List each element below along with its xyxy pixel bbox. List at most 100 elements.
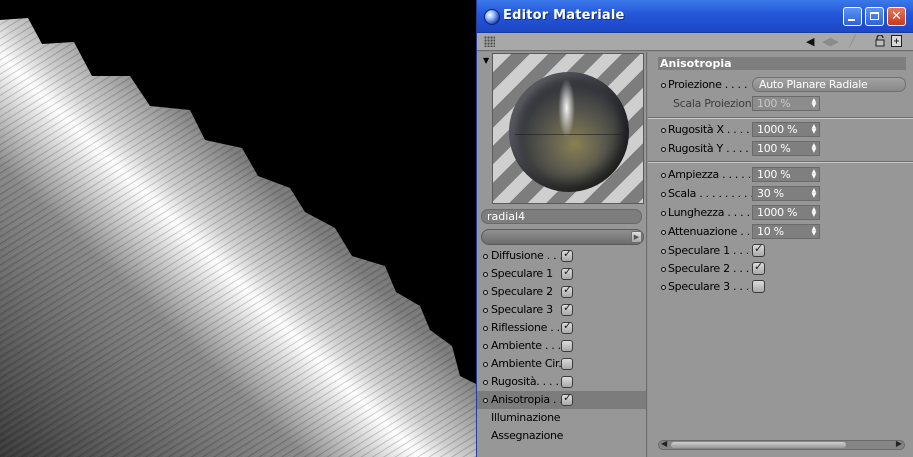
lunghezza-field[interactable]: 1000 % ▲ ▼ xyxy=(752,205,820,220)
channel-checkbox[interactable] xyxy=(561,358,573,370)
field-value: 100 % xyxy=(757,142,791,155)
spin-arrows-icon[interactable]: ▲ ▼ xyxy=(812,169,817,180)
proiezione-dropdown[interactable]: Auto Planare Radiale xyxy=(752,77,906,92)
field-value: 1000 % xyxy=(757,123,798,136)
channel-list: Diffusione . . . Speculare 1 Speculare 2… xyxy=(477,247,646,445)
spin-arrows-icon[interactable]: ▲ ▼ xyxy=(812,226,817,237)
scroll-left-icon[interactable]: ◀ xyxy=(661,439,667,448)
back-arrow-icon[interactable]: ◀ xyxy=(806,35,814,48)
lunghezza-label: Lunghezza . . . . xyxy=(668,206,750,219)
close-button[interactable]: ✕ xyxy=(887,7,906,26)
preview-sphere xyxy=(509,72,629,192)
lock-icon[interactable] xyxy=(875,34,885,47)
render-viewport xyxy=(0,0,478,457)
field-value: 100 % xyxy=(757,97,791,110)
channel-label: Speculare 2 xyxy=(491,285,553,298)
speculare-3-checkbox[interactable] xyxy=(752,280,765,293)
spin-arrows-icon[interactable]: ▲ ▼ xyxy=(812,98,817,109)
channel-rugosita[interactable]: Rugosità. . . . xyxy=(477,373,646,391)
minimize-icon xyxy=(848,19,855,21)
ampiezza-field[interactable]: 100 % ▲ ▼ xyxy=(752,167,820,182)
speculare-2-label: Speculare 2 . . . . xyxy=(668,262,756,275)
spin-arrows-icon[interactable]: ▲ ▼ xyxy=(812,207,817,218)
channel-label: Diffusione . . . xyxy=(491,249,563,262)
channel-illuminazione[interactable]: Illuminazione xyxy=(477,409,646,427)
window-title: Editor Materiale xyxy=(503,8,625,23)
bullet-icon xyxy=(483,272,488,277)
bullet-icon xyxy=(483,380,488,385)
scala-label: Scala . . . . . . . . . xyxy=(668,187,754,200)
bullet-icon xyxy=(483,308,488,313)
field-value: 30 % xyxy=(757,187,784,200)
scala-proiezione-field[interactable]: 100 % ▲ ▼ xyxy=(752,96,820,111)
channel-checkbox[interactable] xyxy=(561,319,573,334)
material-name-field[interactable]: radial4 xyxy=(481,209,642,224)
bullet-icon xyxy=(661,192,666,197)
minimize-button[interactable] xyxy=(843,7,862,26)
horizontal-scrollbar[interactable]: ◀ ▶ xyxy=(658,439,905,450)
channel-speculare-3[interactable]: Speculare 3 xyxy=(477,301,646,319)
material-editor-window: Editor Materiale ✕ ◀ ◀▶ ╱ ▼ radial4 ▶ Di… xyxy=(476,0,913,457)
channel-speculare-2[interactable]: Speculare 2 xyxy=(477,283,646,301)
channel-diffusione[interactable]: Diffusione . . . xyxy=(477,247,646,265)
divider xyxy=(648,117,913,119)
material-preview[interactable] xyxy=(492,53,644,204)
preview-slider[interactable]: ▶ xyxy=(481,229,644,245)
rugosita-x-field[interactable]: 1000 % ▲ ▼ xyxy=(752,122,820,137)
spin-arrows-icon[interactable]: ▲ ▼ xyxy=(812,188,817,199)
divider xyxy=(648,161,913,163)
field-value: 1000 % xyxy=(757,206,798,219)
channel-riflessione[interactable]: Riflessione . . xyxy=(477,319,646,337)
attenuazione-field[interactable]: 10 % ▲ ▼ xyxy=(752,224,820,239)
channel-checkbox[interactable] xyxy=(561,340,573,352)
channel-ambiente-cir[interactable]: Ambiente Cir. xyxy=(477,355,646,373)
new-window-icon[interactable] xyxy=(891,35,902,47)
channel-label: Rugosità. . . . xyxy=(491,375,559,388)
channel-checkbox[interactable] xyxy=(561,247,573,262)
speculare-2-checkbox[interactable] xyxy=(752,260,765,275)
channel-label: Illuminazione xyxy=(491,411,561,424)
scroll-right-icon[interactable]: ▶ xyxy=(896,439,902,448)
maximize-icon xyxy=(870,12,879,20)
brushed-metal-saw-render xyxy=(0,18,476,457)
bullet-icon xyxy=(483,254,488,259)
forward-arrow-icon[interactable]: ◀▶ xyxy=(822,35,839,48)
channel-assegnazione[interactable]: Assegnazione xyxy=(477,427,646,445)
channel-checkbox[interactable] xyxy=(561,283,573,298)
bullet-icon xyxy=(483,326,488,331)
channel-label: Riflessione . . xyxy=(491,321,560,334)
channel-checkbox[interactable] xyxy=(561,376,573,388)
channel-speculare-1[interactable]: Speculare 1 xyxy=(477,265,646,283)
channel-checkbox[interactable] xyxy=(561,265,573,280)
scrollbar-thumb[interactable] xyxy=(671,442,846,448)
title-bar[interactable]: Editor Materiale ✕ xyxy=(477,0,913,33)
channel-label: Ambiente Cir. xyxy=(491,357,562,370)
bullet-icon xyxy=(483,344,488,349)
channel-label: Speculare 1 xyxy=(491,267,553,280)
speculare-3-label: Speculare 3 . . . . xyxy=(668,280,756,293)
scala-field[interactable]: 30 % ▲ ▼ xyxy=(752,186,820,201)
properties-pane: Anisotropia Proiezione . . . . Auto Plan… xyxy=(648,52,913,457)
channel-ambiente[interactable]: Ambiente . . . xyxy=(477,337,646,355)
grip-icon[interactable] xyxy=(484,36,495,47)
preview-menu-arrow-icon[interactable]: ▼ xyxy=(483,56,489,65)
channel-checkbox[interactable] xyxy=(561,391,573,406)
bullet-icon xyxy=(661,173,666,178)
slider-arrow-icon[interactable]: ▶ xyxy=(631,231,642,243)
channel-label: Anisotropia . . xyxy=(491,393,563,406)
channel-anisotropia[interactable]: Anisotropia . . xyxy=(477,391,646,409)
spin-arrows-icon[interactable]: ▲ ▼ xyxy=(812,124,817,135)
maximize-button[interactable] xyxy=(865,7,884,26)
speculare-1-checkbox[interactable] xyxy=(752,242,765,257)
attenuazione-label: Attenuazione . . xyxy=(668,225,750,238)
channel-label: Assegnazione xyxy=(491,429,564,442)
spin-arrows-icon[interactable]: ▲ ▼ xyxy=(812,143,817,154)
channel-label: Speculare 3 xyxy=(491,303,553,316)
channel-checkbox[interactable] xyxy=(561,301,573,316)
bullet-icon xyxy=(661,285,666,290)
field-value: 10 % xyxy=(757,225,784,238)
bullet-icon xyxy=(483,398,488,403)
channel-pane: ▼ radial4 ▶ Diffusione . . . Speculare 1… xyxy=(477,52,647,457)
pencil-icon: ╱ xyxy=(849,35,856,48)
rugosita-y-field[interactable]: 100 % ▲ ▼ xyxy=(752,141,820,156)
